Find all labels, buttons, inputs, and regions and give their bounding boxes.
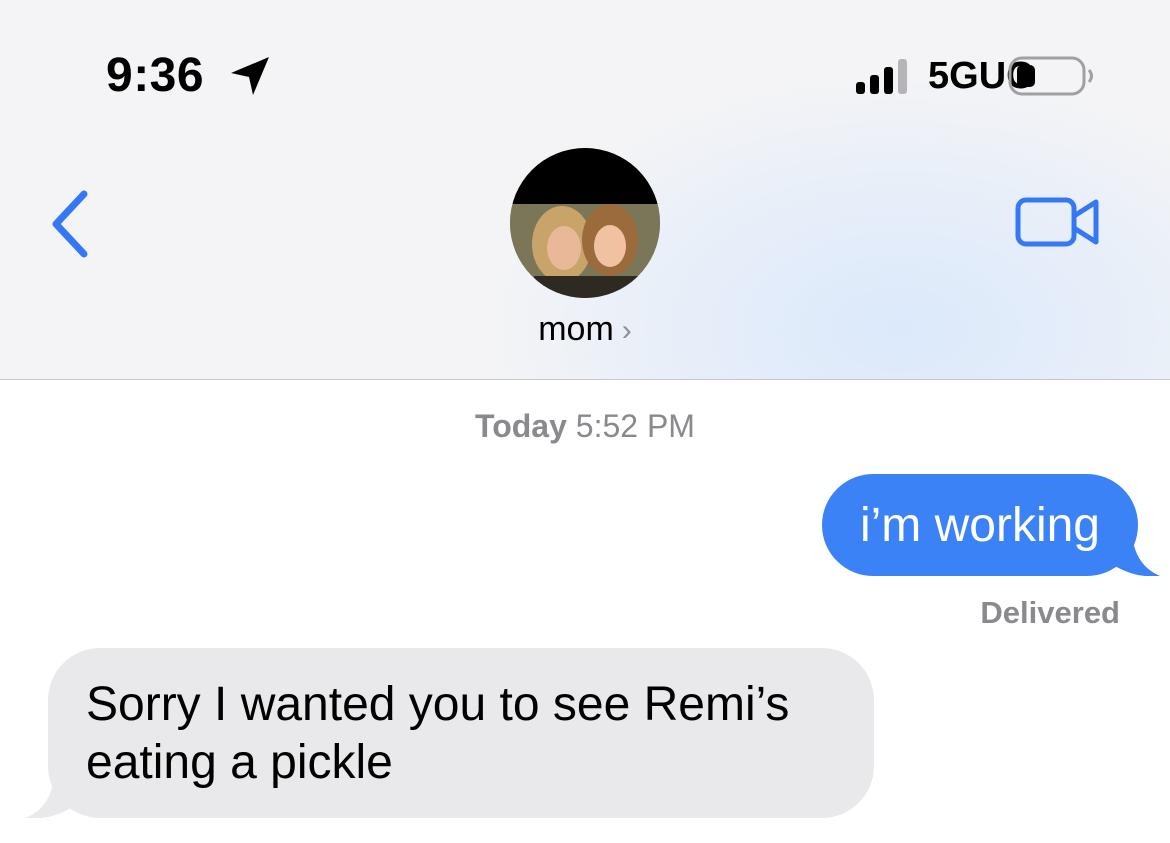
timestamp-time: 5:52 PM — [575, 408, 695, 444]
avatar-photo — [510, 148, 660, 298]
battery-icon — [1008, 56, 1093, 96]
incoming-message-bubble[interactable]: Sorry I wanted you to see Remi’s eating … — [48, 648, 874, 818]
location-arrow-icon — [231, 57, 269, 95]
message-timestamp: Today 5:52 PM — [0, 408, 1170, 445]
bubble-tail — [1112, 534, 1160, 576]
back-button[interactable] — [44, 186, 96, 262]
timestamp-day: Today — [475, 408, 567, 444]
conversation-header: 9:36 5GUC mom › — [0, 0, 1170, 380]
status-time: 9:36 — [106, 49, 205, 102]
bubble-tail — [26, 776, 74, 818]
video-call-button[interactable] — [1014, 194, 1102, 250]
contact-avatar[interactable] — [510, 148, 660, 298]
outgoing-message-bubble[interactable]: i’m working — [821, 474, 1138, 576]
chevron-right-icon: › — [621, 314, 632, 347]
outgoing-message: i’m working — [821, 474, 1160, 576]
delivery-status: Delivered — [980, 595, 1120, 630]
incoming-message: Sorry I wanted you to see Remi’s eating … — [26, 648, 874, 818]
contact-name: mom — [538, 310, 614, 348]
contact-name-button[interactable]: mom › — [0, 310, 1170, 349]
cellular-signal-icon — [856, 59, 907, 94]
